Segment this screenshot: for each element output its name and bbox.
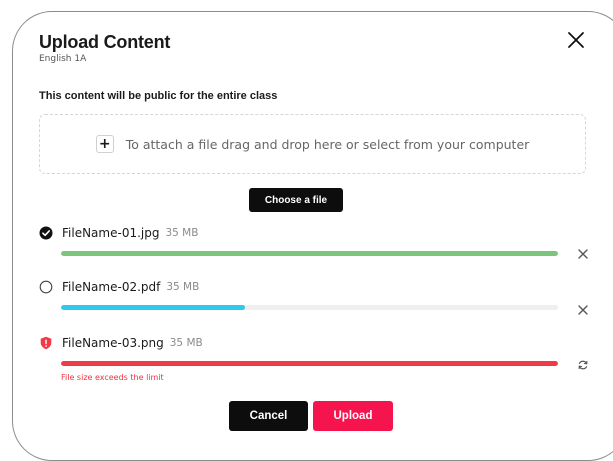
remove-icon[interactable] bbox=[577, 248, 589, 260]
progress-fill bbox=[61, 305, 245, 310]
file-head: FileName-03.png 35 MB bbox=[39, 336, 203, 350]
file-head: FileName-02.pdf 35 MB bbox=[39, 280, 199, 294]
dialog-title: Upload Content bbox=[39, 32, 171, 52]
progress-fill bbox=[61, 361, 558, 366]
remove-icon[interactable] bbox=[577, 304, 589, 316]
empty-circle-icon bbox=[39, 280, 53, 294]
file-row: FileName-01.jpg 35 MB bbox=[39, 226, 599, 266]
drop-zone[interactable]: + To attach a file drag and drop here or… bbox=[39, 114, 586, 174]
progress-track bbox=[61, 305, 558, 310]
file-size: 35 MB bbox=[165, 227, 199, 239]
progress-fill bbox=[61, 251, 558, 256]
check-circle-icon bbox=[39, 226, 53, 240]
public-notice: This content will be public for the enti… bbox=[39, 90, 278, 102]
file-name: FileName-02.pdf bbox=[62, 280, 161, 294]
cancel-button[interactable]: Cancel bbox=[229, 401, 308, 431]
upload-button[interactable]: Upload bbox=[313, 401, 393, 431]
retry-icon[interactable] bbox=[577, 359, 589, 371]
file-row: FileName-02.pdf 35 MB bbox=[39, 280, 599, 320]
choose-file-button[interactable]: Choose a file bbox=[249, 188, 343, 212]
file-name: FileName-01.jpg bbox=[62, 226, 160, 240]
file-size: 35 MB bbox=[169, 337, 203, 349]
drop-zone-text: To attach a file drag and drop here or s… bbox=[125, 136, 530, 152]
file-name: FileName-03.png bbox=[62, 336, 164, 350]
file-head: FileName-01.jpg 35 MB bbox=[39, 226, 198, 240]
progress-track bbox=[61, 251, 558, 256]
error-message: File size exceeds the limit bbox=[61, 373, 164, 382]
dialog-subtitle: English 1A bbox=[39, 54, 87, 64]
file-size: 35 MB bbox=[166, 281, 200, 293]
close-icon[interactable] bbox=[566, 30, 586, 50]
progress-track bbox=[61, 361, 558, 366]
error-shield-icon bbox=[40, 336, 52, 350]
file-row: FileName-03.png 35 MB File size exceeds … bbox=[39, 336, 599, 386]
plus-icon[interactable]: + bbox=[95, 135, 114, 153]
